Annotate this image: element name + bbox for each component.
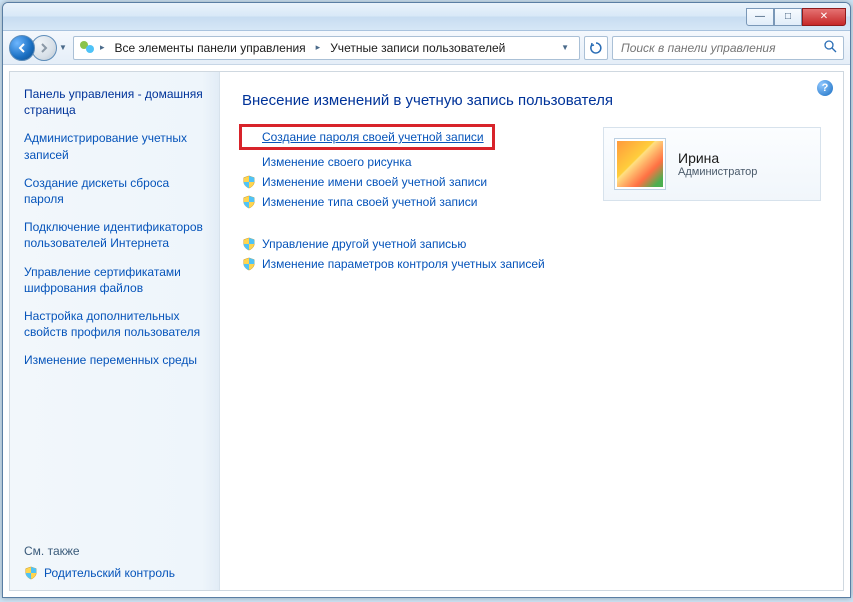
manage-other-account-link[interactable]: Управление другой учетной записью [242, 234, 585, 254]
breadcrumb-user-accounts[interactable]: Учетные записи пользователей [324, 37, 511, 59]
sidebar-link-env-vars[interactable]: Изменение переменных среды [24, 352, 207, 368]
sidebar-links: Администрирование учетных записей Создан… [24, 130, 207, 368]
sidebar-link-admin-accounts[interactable]: Администрирование учетных записей [24, 130, 207, 162]
back-button[interactable] [9, 35, 35, 61]
chevron-right-icon: ▸ [98, 42, 107, 53]
sidebar-link-encryption-certs[interactable]: Управление сертификатами шифрования файл… [24, 264, 207, 296]
change-type-link[interactable]: Изменение типа своей учетной записи [242, 192, 585, 212]
refresh-button[interactable] [584, 36, 608, 60]
help-icon[interactable]: ? [817, 80, 833, 96]
content-pane: Панель управления - домашняя страница Ад… [9, 71, 844, 591]
change-name-link[interactable]: Изменение имени своей учетной записи [242, 172, 585, 192]
breadcrumb[interactable]: ▸ Все элементы панели управления ▸ Учетн… [73, 36, 580, 60]
action-label: Создание пароля своей учетной записи [262, 130, 484, 144]
search-input[interactable] [619, 40, 824, 56]
action-label: Изменение имени своей учетной записи [262, 175, 487, 189]
chevron-right-icon: ▸ [314, 42, 323, 53]
control-panel-home-link[interactable]: Панель управления - домашняя страница [24, 86, 207, 118]
user-card: Ирина Администратор [603, 127, 821, 201]
avatar [614, 138, 666, 190]
action-label: Управление другой учетной записью [262, 237, 466, 251]
minimize-button[interactable]: — [746, 8, 774, 26]
page-title: Внесение изменений в учетную запись поль… [242, 92, 821, 109]
highlighted-action: Создание пароля своей учетной записи [239, 124, 495, 150]
sidebar-link-online-ids[interactable]: Подключение идентификаторов пользователе… [24, 219, 207, 251]
user-role: Администратор [678, 166, 757, 178]
address-bar: ▼ ▸ Все элементы панели управления ▸ Уче… [3, 31, 850, 65]
breadcrumb-dropdown[interactable]: ▼ [555, 43, 575, 52]
control-panel-window: — □ ✕ ▼ ▸ Все элементы панели управления [2, 2, 851, 598]
sidebar-link-password-reset-disk[interactable]: Создание дискеты сброса пароля [24, 175, 207, 207]
maximize-button[interactable]: □ [774, 8, 802, 26]
user-info: Ирина Администратор [678, 150, 757, 178]
user-accounts-icon [78, 39, 96, 57]
nav-history-dropdown[interactable]: ▼ [57, 35, 69, 61]
window-controls: — □ ✕ [746, 8, 846, 26]
user-name: Ирина [678, 150, 757, 166]
search-box[interactable] [612, 36, 844, 60]
shield-icon [24, 566, 38, 580]
actions-and-user: Создание пароля своей учетной записи Изм… [242, 127, 821, 274]
sidebar: Панель управления - домашняя страница Ад… [10, 72, 220, 590]
nav-buttons: ▼ [9, 35, 69, 61]
create-password-link[interactable]: Создание пароля своей учетной записи [262, 130, 484, 144]
action-label: Изменение своего рисунка [262, 155, 412, 169]
close-button[interactable]: ✕ [802, 8, 846, 26]
main-panel: ? Внесение изменений в учетную запись по… [220, 72, 843, 590]
change-uac-link[interactable]: Изменение параметров контроля учетных за… [242, 254, 585, 274]
action-list: Создание пароля своей учетной записи Изм… [242, 127, 585, 274]
shield-icon [242, 195, 256, 209]
titlebar: — □ ✕ [3, 3, 850, 31]
shield-icon [242, 175, 256, 189]
sidebar-footer: См. также Родительский контроль [24, 544, 207, 580]
shield-icon [242, 257, 256, 271]
avatar-image [617, 141, 663, 187]
action-label: Изменение типа своей учетной записи [262, 195, 477, 209]
shield-icon [242, 237, 256, 251]
action-label: Изменение параметров контроля учетных за… [262, 257, 545, 271]
parental-controls-label: Родительский контроль [44, 566, 175, 580]
sidebar-link-profile-properties[interactable]: Настройка дополнительных свойств профиля… [24, 308, 207, 340]
change-picture-link[interactable]: Изменение своего рисунка [242, 152, 585, 172]
breadcrumb-all-items[interactable]: Все элементы панели управления [109, 37, 312, 59]
parental-controls-link[interactable]: Родительский контроль [24, 566, 207, 580]
search-icon [824, 40, 837, 56]
see-also-heading: См. также [24, 544, 207, 558]
